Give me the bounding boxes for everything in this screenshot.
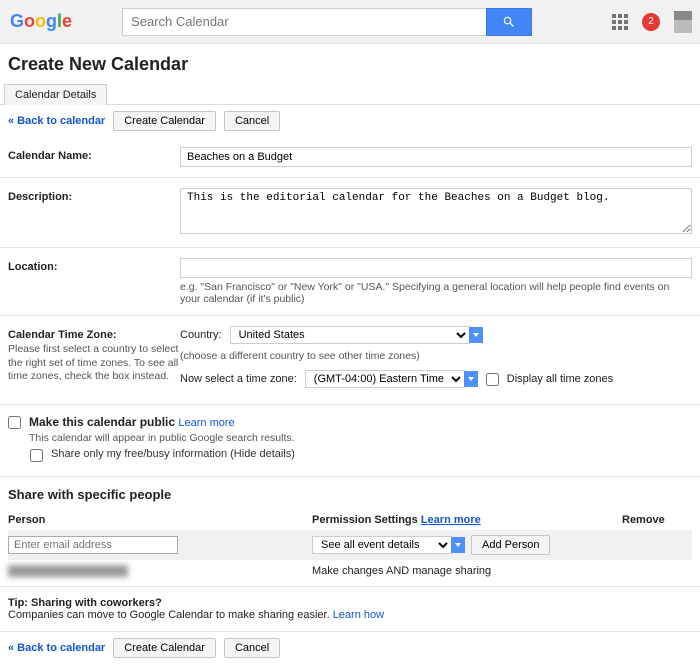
location-label: Location: bbox=[8, 258, 180, 305]
google-logo: Google bbox=[10, 11, 72, 32]
timezone-sublabel: Please first select a country to select … bbox=[8, 343, 180, 384]
timezone-select-label: Now select a time zone: bbox=[180, 373, 297, 385]
display-all-timezones-label: Display all time zones bbox=[507, 373, 613, 385]
col-remove-header: Remove bbox=[622, 514, 692, 526]
cancel-button-bottom[interactable]: Cancel bbox=[224, 638, 280, 658]
permission-learn-more-link[interactable]: Learn more bbox=[421, 514, 481, 526]
country-label: Country: bbox=[180, 329, 222, 341]
chevron-down-icon bbox=[464, 371, 478, 387]
cancel-button-top[interactable]: Cancel bbox=[224, 111, 280, 131]
create-calendar-button-top[interactable]: Create Calendar bbox=[113, 111, 216, 131]
create-calendar-button-bottom[interactable]: Create Calendar bbox=[113, 638, 216, 658]
avatar[interactable] bbox=[674, 11, 692, 33]
share-email-input[interactable] bbox=[8, 536, 178, 554]
page-title: Create New Calendar bbox=[0, 44, 700, 83]
country-hint: (choose a different country to see other… bbox=[180, 350, 692, 362]
share-freebusy-label: Share only my free/busy information (Hid… bbox=[51, 448, 295, 460]
location-hint: e.g. "San Francisco" or "New York" or "U… bbox=[180, 281, 692, 305]
search-input[interactable] bbox=[122, 8, 486, 36]
add-person-button[interactable]: Add Person bbox=[471, 535, 550, 555]
col-permission-header: Permission Settings bbox=[312, 514, 418, 526]
location-input[interactable] bbox=[180, 258, 692, 278]
tip-text: Companies can move to Google Calendar to… bbox=[8, 609, 333, 621]
display-all-timezones-checkbox[interactable] bbox=[486, 373, 499, 386]
make-public-label: Make this calendar public bbox=[29, 415, 175, 429]
make-public-sublabel: This calendar will appear in public Goog… bbox=[29, 432, 295, 444]
share-heading: Share with specific people bbox=[8, 487, 692, 502]
timezone-select[interactable]: (GMT-04:00) Eastern Time bbox=[305, 370, 465, 388]
existing-permission-text: Make changes AND manage sharing bbox=[312, 565, 622, 577]
timezone-label: Calendar Time Zone: bbox=[8, 329, 117, 341]
search-icon bbox=[502, 15, 516, 29]
notifications-badge[interactable]: 2 bbox=[642, 13, 660, 31]
chevron-down-icon bbox=[469, 327, 483, 343]
calendar-name-input[interactable] bbox=[180, 147, 692, 167]
new-person-permission-select[interactable]: See all event details bbox=[312, 536, 452, 554]
calendar-name-label: Calendar Name: bbox=[8, 147, 180, 167]
description-label: Description: bbox=[8, 188, 180, 237]
back-link-top[interactable]: « Back to calendar bbox=[8, 115, 105, 127]
tip-learn-how-link[interactable]: Learn how bbox=[333, 609, 384, 621]
tip-title: Tip: Sharing with coworkers? bbox=[8, 597, 692, 609]
share-freebusy-checkbox[interactable] bbox=[30, 449, 43, 462]
make-public-checkbox[interactable] bbox=[8, 416, 21, 429]
apps-icon[interactable] bbox=[612, 14, 628, 30]
back-link-bottom[interactable]: « Back to calendar bbox=[8, 642, 105, 654]
chevron-down-icon bbox=[451, 537, 465, 553]
public-learn-more-link[interactable]: Learn more bbox=[178, 417, 234, 429]
tab-calendar-details[interactable]: Calendar Details bbox=[4, 84, 107, 105]
search-button[interactable] bbox=[486, 8, 532, 36]
country-select[interactable]: United States bbox=[230, 326, 470, 344]
shared-person-redacted bbox=[8, 565, 128, 577]
description-textarea[interactable]: This is the editorial calendar for the B… bbox=[180, 188, 692, 234]
col-person-header: Person bbox=[8, 514, 312, 526]
